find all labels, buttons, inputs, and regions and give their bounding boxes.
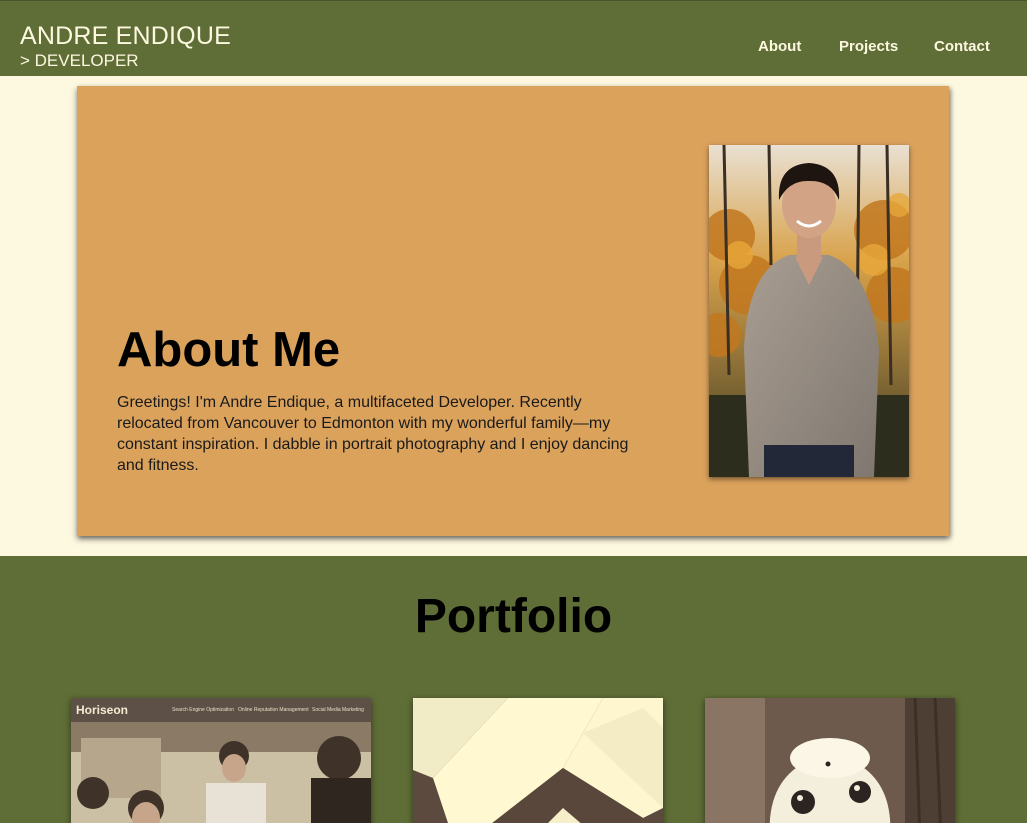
about-text: Greetings! I'm Andre Endique, a multifac… [117, 394, 629, 474]
profile-photo [709, 145, 909, 477]
about-card: About Me Greetings! I'm Andre Endique, a… [77, 86, 949, 536]
project-card-link: Search Engine Optimization [172, 707, 234, 713]
project-card-3[interactable] [705, 698, 955, 823]
portfolio-title: Portfolio [414, 590, 613, 643]
project-card-2[interactable] [413, 698, 663, 823]
project-card-link: Online Reputation Management [238, 707, 309, 713]
project-image-papers [413, 698, 663, 823]
nav-link-projects[interactable]: Projects [839, 38, 898, 56]
nav-link-contact[interactable]: Contact [934, 38, 990, 56]
portfolio-section: Portfolio Horiseon Search Engine Optimiz… [0, 556, 1027, 823]
project-card-horiseon[interactable]: Horiseon Search Engine Optimization Onli… [71, 698, 371, 823]
site-header: ANDRE ENDIQUE > DEVELOPER About Projects… [0, 0, 1027, 76]
project-card-brand: Horiseon [76, 703, 129, 717]
project-card-link: Social Media Marketing [312, 707, 364, 713]
nav-link-about[interactable]: About [758, 38, 801, 56]
site-name: ANDRE ENDIQUE [20, 22, 231, 50]
site-role: > DEVELOPER [20, 51, 139, 70]
about-section: About Me Greetings! I'm Andre Endique, a… [0, 76, 1027, 556]
about-title: About Me [117, 323, 341, 377]
project-image-robot [705, 698, 955, 823]
